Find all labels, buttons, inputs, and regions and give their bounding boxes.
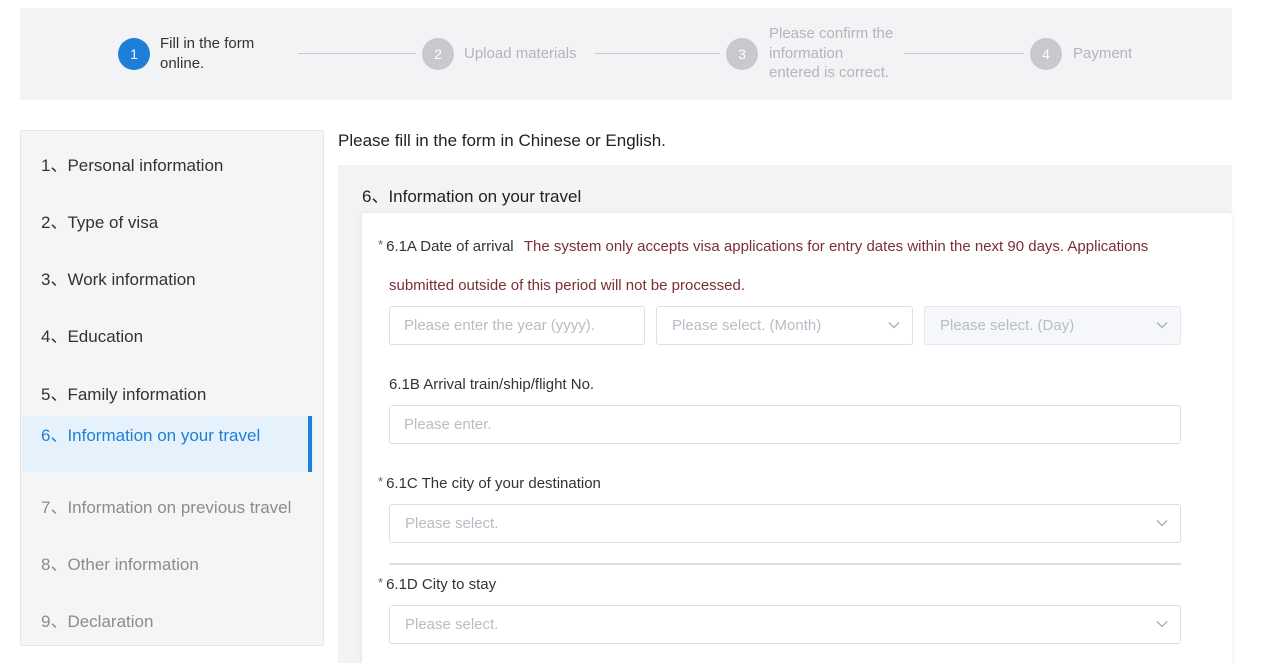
- step-connector: [904, 53, 1024, 54]
- sidebar-item-family-information[interactable]: 5、Family information: [41, 380, 206, 405]
- arrival-month-select[interactable]: Please select. (Month): [656, 306, 913, 345]
- step-4-label: Payment: [1073, 45, 1133, 62]
- city-to-stay-placeholder: Please select.: [405, 616, 499, 633]
- required-mark: *: [378, 474, 384, 489]
- step-2-label: Upload materials: [464, 45, 577, 62]
- section-navigation-sidebar: 1、Personal information 2、Type of visa 3、…: [20, 130, 324, 646]
- progress-stepper: 1 Fill in the form online. 2 Upload mate…: [20, 8, 1232, 100]
- destination-city-placeholder: Please select.: [405, 515, 499, 532]
- arrival-flight-input[interactable]: [389, 405, 1181, 444]
- arrival-day-select[interactable]: Please select. (Day): [924, 306, 1181, 345]
- arrival-month-placeholder: Please select. (Month): [672, 317, 822, 334]
- required-mark: *: [378, 237, 384, 252]
- arrival-day-placeholder: Please select. (Day): [940, 317, 1075, 334]
- field-divider: [389, 563, 1181, 565]
- sidebar-item-personal-information[interactable]: 1、Personal information: [41, 151, 223, 176]
- sidebar-item-information-on-your-travel[interactable]: 6、Information on your travel: [41, 421, 260, 446]
- arrival-date-note: The system only accepts visa application…: [523, 238, 1149, 255]
- destination-city-select[interactable]: Please select.: [389, 504, 1181, 543]
- step-3-label: Please confirm the information entered i…: [769, 25, 894, 81]
- step-connector: [298, 53, 416, 54]
- chevron-down-icon: [888, 322, 900, 329]
- city-to-stay-select[interactable]: Please select.: [389, 605, 1181, 644]
- step-1-label: Fill in the form online.: [160, 35, 255, 72]
- section-title: 6、Information on your travel: [362, 187, 582, 206]
- required-mark: *: [378, 575, 384, 590]
- sidebar-item-declaration[interactable]: 9、Declaration: [41, 607, 153, 632]
- sidebar-item-work-information[interactable]: 3、Work information: [41, 265, 196, 290]
- form-card: * 6.1A Date of arrival The system only ac…: [362, 213, 1232, 663]
- step-3-indicator: 3: [726, 38, 758, 70]
- step-2-indicator: 2: [422, 38, 454, 70]
- active-item-indicator: [308, 416, 312, 472]
- sidebar-item-information-on-previous-travel[interactable]: 7、Information on previous travel: [41, 493, 291, 518]
- step-1-indicator: 1: [118, 38, 150, 70]
- arrival-date-note-continued: submitted outside of this period will no…: [389, 277, 746, 294]
- sidebar-item-education[interactable]: 4、Education: [41, 322, 143, 347]
- chevron-down-icon: [1156, 621, 1168, 628]
- chevron-down-icon: [1156, 520, 1168, 527]
- form-language-instruction: Please fill in the form in Chinese or En…: [338, 131, 666, 150]
- city-to-stay-label: * 6.1D City to stay: [378, 575, 497, 593]
- step-connector: [595, 53, 720, 54]
- travel-information-section: 6、Information on your travel * 6.1A Date …: [338, 165, 1232, 663]
- arrival-date-label: * 6.1A Date of arrival The system only ac…: [378, 237, 1149, 255]
- sidebar-item-other-information[interactable]: 8、Other information: [41, 550, 199, 575]
- destination-city-label: * 6.1C The city of your destination: [378, 474, 601, 492]
- chevron-down-icon: [1156, 322, 1168, 329]
- sidebar-item-type-of-visa[interactable]: 2、Type of visa: [41, 208, 158, 233]
- step-4-indicator: 4: [1030, 38, 1062, 70]
- arrival-year-input[interactable]: [389, 306, 645, 345]
- arrival-flight-label: 6.1B Arrival train/ship/flight No.: [389, 376, 595, 393]
